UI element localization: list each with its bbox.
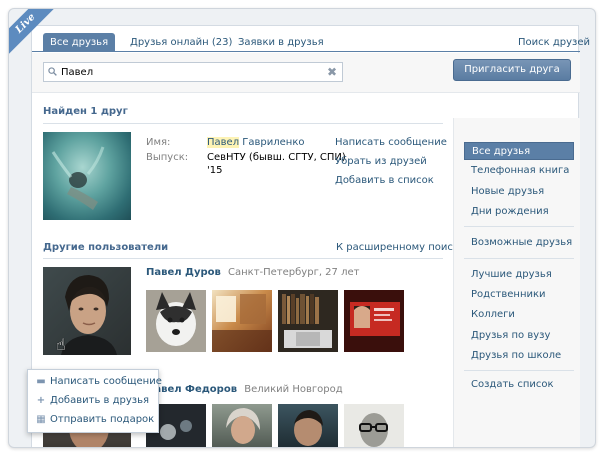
menu-item-new-friends[interactable]: Новые друзья — [464, 183, 574, 201]
album-thumb-woman[interactable] — [212, 404, 272, 447]
menu-item-university-friends[interactable]: Друзья по вузу — [464, 327, 574, 345]
name-label: Имя: — [146, 137, 171, 148]
tab-online-friends[interactable]: Друзья онлайн (23) — [123, 33, 239, 52]
popup-add-friend[interactable]: + Добавить в друзья — [36, 393, 149, 409]
user-action-popup: ▬ Написать сообщение + Добавить в друзья ▦… — [27, 369, 162, 433]
friend-photo-underwater[interactable] — [43, 132, 131, 220]
menu-item-best-friends[interactable]: Лучшие друзья — [464, 266, 574, 284]
search-input[interactable] — [61, 65, 321, 79]
search-icon — [48, 67, 57, 76]
graduation-value: СевНТУ (бывш. СГТУ, СПИ) — [207, 152, 346, 163]
divider — [43, 123, 443, 124]
menu-item-relatives[interactable]: Родственники — [464, 286, 574, 304]
clear-icon[interactable]: ✖ — [327, 65, 337, 79]
album-thumb-id-card[interactable] — [344, 290, 404, 352]
popup-add-friend-label: Добавить в друзья — [50, 395, 149, 406]
search-field[interactable]: ✖ — [43, 62, 343, 82]
remove-friend-link[interactable]: Убрать из друзей — [335, 156, 427, 167]
tab-all-friends[interactable]: Все друзья — [43, 33, 116, 52]
graduation-year: '15 — [207, 165, 223, 176]
other-users-title: Другие пользователи — [43, 242, 169, 253]
divider — [43, 258, 443, 259]
friend-name[interactable]: Павел Гавриленко — [207, 137, 304, 148]
write-message-link[interactable]: Написать сообщение — [335, 137, 447, 148]
gift-icon: ▦ — [36, 414, 46, 425]
name-last: Гавриленко — [239, 137, 305, 148]
user-name-durov[interactable]: Павел Дуров — [146, 267, 221, 278]
popup-send-gift-label: Отправить подарок — [50, 414, 155, 425]
window-frame: Live Все друзья Друзья онлайн (23) Заявк… — [8, 8, 596, 448]
menu-item-school-friends[interactable]: Друзья по школе — [464, 347, 574, 365]
album-thumb-room[interactable] — [212, 290, 272, 352]
album-thumb-husky[interactable] — [146, 290, 206, 352]
user-row: Павел Федоров Великий Новгород — [146, 384, 343, 395]
add-to-list-link[interactable]: Добавить в список — [335, 175, 434, 186]
search-row: ✖ Пригласить друга — [32, 53, 580, 93]
tab-find-friends[interactable]: Поиск друзей — [511, 33, 595, 52]
advanced-search-link[interactable]: К расширенному поиску — [336, 242, 465, 253]
popup-write-message[interactable]: ▬ Написать сообщение — [36, 374, 162, 390]
friends-sidebar-menu: Все друзья Телефонная книга Новые друзья… — [453, 118, 580, 447]
tab-bar: Все друзья Друзья онлайн (23) Заявки в д… — [32, 26, 590, 52]
album-thumb-bookshelf[interactable] — [278, 290, 338, 352]
plus-icon: + — [36, 395, 46, 406]
tab-friend-requests[interactable]: Заявки в друзья — [231, 33, 331, 52]
menu-separator — [464, 370, 574, 371]
album-thumb-man[interactable] — [278, 404, 338, 447]
menu-item-create-list[interactable]: Создать список — [464, 376, 574, 394]
hand-cursor-icon: ☝ — [56, 335, 66, 354]
found-title: Найден 1 друг — [43, 106, 128, 117]
message-icon: ▬ — [36, 376, 46, 387]
user-info-fedorov: Великий Новгород — [244, 384, 343, 395]
user-info-durov: Санкт-Петербург, 27 лет — [228, 267, 360, 278]
menu-separator — [464, 258, 574, 259]
popup-send-gift[interactable]: ▦ Отправить подарок — [36, 412, 154, 428]
menu-item-all-friends[interactable]: Все друзья — [464, 142, 574, 160]
menu-separator — [464, 226, 574, 227]
menu-item-birthdays[interactable]: Дни рождения — [464, 203, 574, 221]
graduation-label: Выпуск: — [146, 152, 189, 163]
user-row: Павел Дуров Санкт-Петербург, 27 лет — [146, 267, 359, 278]
menu-item-colleagues[interactable]: Коллеги — [464, 306, 574, 324]
menu-item-phone-book[interactable]: Телефонная книга — [464, 162, 574, 180]
invite-friend-button[interactable]: Пригласить друга — [453, 59, 571, 81]
name-highlight: Павел — [207, 137, 240, 148]
album-thumb-glasses-man[interactable] — [344, 404, 404, 447]
menu-item-possible-friends[interactable]: Возможные друзья — [464, 234, 574, 252]
popup-write-message-label: Написать сообщение — [50, 376, 162, 387]
